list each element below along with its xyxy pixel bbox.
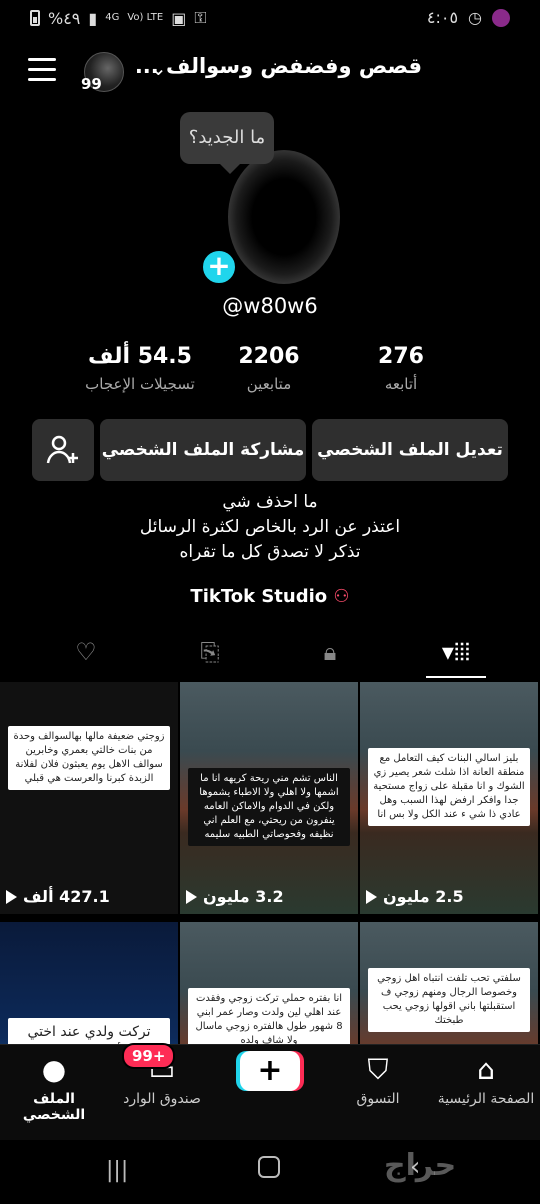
nav-profile[interactable]: ● الملف الشخصي: [0, 1045, 108, 1123]
video-thumbnail[interactable]: بليز اسالي البنات كيف التعامل مع منطقة ا…: [360, 682, 538, 914]
shopping-bag-icon: ⛉: [367, 1053, 389, 1086]
top-bar: 99 ⌄ قصص وفضفض وسوالف ...: [0, 44, 540, 96]
save-icon: ▣: [171, 8, 187, 28]
create-plus-button[interactable]: +: [240, 1051, 300, 1091]
profile-tabs: ▾⦙⦙⦙ 🔒︎ ⎘ ♡: [0, 628, 540, 680]
bio-line: اعتذر عن الرد بالخاص لكثرة الرسائل: [139, 517, 401, 537]
profile-switcher-avatar[interactable]: 99: [81, 52, 124, 93]
signal-icon: ▮: [88, 8, 98, 28]
view-count: 2.5 مليون: [366, 887, 464, 906]
edit-profile-button[interactable]: تعديل الملف الشخصي: [312, 419, 508, 481]
bio-line: تذكر لا تصدق كل ما تقراه: [179, 542, 361, 562]
whats-new-tooltip[interactable]: ما الجديد؟: [180, 112, 274, 174]
video-caption: زوجتي ضعيفة مالها بهالسوالف وحدة من بنات…: [8, 726, 170, 790]
key-icon: ⚿: [194, 8, 207, 27]
play-icon: [186, 889, 197, 904]
profile-avatar[interactable]: [228, 150, 340, 284]
nav-shop-label: التسوق: [356, 1091, 400, 1107]
play-icon: [366, 889, 377, 904]
view-count: 3.2 مليون: [186, 887, 284, 906]
add-story-plus-icon[interactable]: +: [200, 248, 238, 286]
followers-count: 2206: [238, 344, 300, 369]
nav-home-label: الصفحة الرئيسية: [437, 1091, 535, 1107]
video-thumbnail[interactable]: زوجتي ضعيفة مالها بهالسوالف وحدة من بنات…: [0, 682, 178, 914]
profile-icon: ●: [41, 1053, 67, 1086]
following-count: 276: [378, 344, 424, 369]
battery-percent: %٤٩: [48, 8, 81, 28]
bottom-nav: ⌂ الصفحة الرئيسية ⛉ التسوق + ▭ صندوق الو…: [0, 1043, 540, 1140]
view-count: 427.1 ألف: [6, 887, 110, 906]
tiktok-studio-link[interactable]: TikTok Studio ⚇: [0, 586, 540, 607]
home-icon: ⌂: [477, 1053, 495, 1086]
nav-shop[interactable]: ⛉ التسوق: [324, 1045, 432, 1107]
likes-label: تسجيلات الإعجاب: [85, 375, 195, 393]
alarm-icon: ◷: [468, 8, 482, 27]
avatar-badge: 99: [81, 75, 102, 93]
status-right: ٤:٠٥ ◷: [427, 8, 510, 27]
play-icon: [6, 889, 17, 904]
bio: ما احذف شي اعتذر عن الرد بالخاص لكثرة ال…: [0, 490, 540, 565]
followers-label: متابعين: [246, 375, 292, 393]
network-type: 4G: [105, 12, 120, 23]
inbox-badge: 99+: [122, 1043, 176, 1069]
nav-profile-label: الملف الشخصي: [22, 1091, 86, 1123]
following-label: أتابعه: [384, 375, 418, 393]
bio-line: ما احذف شي: [222, 492, 318, 512]
tab-videos-grid-icon[interactable]: ▾⦙⦙⦙: [426, 638, 486, 678]
home-button-icon[interactable]: [258, 1156, 280, 1178]
share-profile-button[interactable]: مشاركة الملف الشخصي: [100, 419, 306, 481]
account-title[interactable]: قصص وفضفض وسوالف ...: [135, 54, 422, 78]
tab-reposts-icon[interactable]: ⎘: [180, 638, 240, 678]
add-friend-icon[interactable]: [32, 419, 94, 481]
tab-liked-heart-icon[interactable]: ♡: [56, 638, 116, 678]
system-nav-bar: ||| ‹ حراج: [0, 1140, 540, 1204]
app-notification-icon: [492, 8, 510, 27]
status-bar: %٤٩ ▮ 4G Vo) LTE ▣ ⚿ ٤:٠٥ ◷: [0, 0, 540, 36]
tab-private-lock-icon[interactable]: 🔒︎: [300, 638, 360, 678]
menu-icon[interactable]: [28, 58, 56, 82]
video-caption: انا بفتره حملي تركت زوجي وفقدت عند اهلي …: [188, 988, 350, 1052]
video-caption: الناس تشم مني ريحة كريهه انا ما اشمها ول…: [188, 768, 350, 846]
studio-label: TikTok Studio: [190, 586, 328, 607]
status-left: %٤٩ ▮ 4G Vo) LTE ▣ ⚿: [30, 8, 207, 28]
username-handle: @w80w6: [222, 294, 318, 318]
time: ٤:٠٥: [426, 8, 459, 27]
watermark-logo: حراج: [384, 1148, 457, 1183]
volte-label: Vo) LTE: [127, 12, 164, 23]
stat-following[interactable]: 276 أتابعه: [346, 344, 456, 393]
battery-icon: [30, 10, 40, 26]
video-thumbnail[interactable]: الناس تشم مني ريحة كريهه انا ما اشمها ول…: [180, 682, 358, 914]
likes-count: 54.5 ألف: [88, 344, 192, 369]
recent-apps-icon[interactable]: |||: [106, 1158, 128, 1183]
video-caption: سلفتي تحب تلفت انتباه اهل زوجي وخصوصا ال…: [368, 968, 530, 1032]
app: %٤٩ ▮ 4G Vo) LTE ▣ ⚿ ٤:٠٥ ◷ 99 ⌄ قصص وفض…: [0, 0, 540, 1204]
video-caption: بليز اسالي البنات كيف التعامل مع منطقة ا…: [368, 748, 530, 826]
stat-likes[interactable]: 54.5 ألف تسجيلات الإعجاب: [70, 344, 210, 393]
creator-star-icon: ⚇: [333, 586, 350, 607]
nav-home[interactable]: ⌂ الصفحة الرئيسية: [432, 1045, 540, 1107]
nav-inbox-label: صندوق الوارد: [123, 1091, 201, 1107]
stat-followers[interactable]: 2206 متابعين: [214, 344, 324, 393]
